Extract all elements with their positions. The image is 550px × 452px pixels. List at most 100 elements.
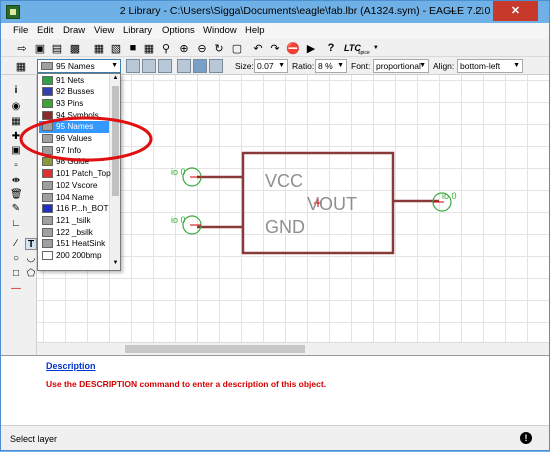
- scroll-down-icon[interactable]: ▼: [111, 260, 120, 266]
- table-icon[interactable]: ▦: [141, 40, 157, 56]
- wire-tool-icon[interactable]: ∕: [10, 238, 22, 250]
- text-style-icon[interactable]: [158, 59, 172, 73]
- cam-icon[interactable]: ▩: [67, 40, 83, 56]
- rect-tool-icon[interactable]: □: [10, 268, 22, 280]
- menu-options[interactable]: Options: [162, 25, 195, 36]
- layer-option[interactable]: 122 _bsilk: [39, 227, 109, 239]
- description-text: Use the DESCRIPTION command to enter a d…: [46, 379, 327, 389]
- text-style-icon[interactable]: [193, 59, 207, 73]
- scrollbar-thumb[interactable]: [125, 345, 305, 353]
- ltc-spice-button[interactable]: LTC spice ▼: [344, 40, 384, 56]
- go-icon[interactable]: ▶: [303, 40, 319, 56]
- menu-edit[interactable]: Edit: [37, 25, 53, 36]
- horizontal-scrollbar[interactable]: [37, 342, 549, 355]
- layer-option-label: 91 Nets: [56, 75, 85, 85]
- zoom-out-icon[interactable]: ⊖: [194, 40, 210, 56]
- size-field[interactable]: 0.07 ▼: [254, 59, 288, 73]
- ulp-icon[interactable]: ▧: [108, 40, 124, 56]
- help-icon[interactable]: ?: [323, 40, 339, 56]
- font-select[interactable]: proportional ▼: [373, 59, 429, 73]
- layer-option[interactable]: 102 Vscore: [39, 180, 109, 192]
- ratio-field[interactable]: 8 % ▼: [315, 59, 347, 73]
- layer-option[interactable]: 200 200bmp: [39, 250, 109, 262]
- stop-status-icon[interactable]: !: [520, 432, 532, 444]
- mirror-tool-icon[interactable]: ⇼: [10, 175, 22, 187]
- main-toolbar: ⇨ ▣ ▤ ▩ ▦ ▧ ■ ▦ ⚲ ⊕ ⊖ ↻ ▢ ↶ ↷ ⛔ ▶ ? LTC …: [1, 39, 549, 57]
- layer-option[interactable]: 96 Values: [39, 133, 109, 145]
- menu-library[interactable]: Library: [123, 25, 152, 36]
- layer-option[interactable]: 101 Patch_Top: [39, 168, 111, 180]
- polygon-tool-icon[interactable]: ⬠: [25, 268, 37, 280]
- change-tool-icon[interactable]: ✎: [10, 203, 22, 215]
- layer-option[interactable]: 104 Name: [39, 192, 109, 204]
- script-icon[interactable]: ▦: [91, 40, 107, 56]
- menu-file[interactable]: File: [13, 25, 28, 36]
- info-tool-icon[interactable]: i: [10, 85, 22, 97]
- pin-name-vout[interactable]: VOUT: [307, 194, 357, 214]
- maximize-button[interactable]: □: [466, 1, 493, 21]
- pin-name-gnd[interactable]: GND: [265, 217, 305, 237]
- info-icon[interactable]: ■: [125, 40, 141, 56]
- layer-option[interactable]: 151 HeatSink: [39, 238, 109, 250]
- align-label: Align:: [433, 61, 455, 71]
- zoom-in-icon[interactable]: ⊕: [176, 40, 192, 56]
- delete-tool-icon[interactable]: 🗑: [10, 189, 23, 201]
- chevron-down-icon: ▼: [111, 62, 118, 69]
- layer-option[interactable]: 98 Guide: [39, 156, 109, 168]
- miter-tool-icon[interactable]: ∟: [10, 218, 22, 230]
- layer-option[interactable]: 93 Pins: [39, 98, 109, 110]
- layer-select[interactable]: 95 Names ▼: [37, 59, 121, 73]
- pin-name-vcc[interactable]: VCC: [265, 171, 303, 191]
- zoom-redraw-icon[interactable]: ↻: [211, 40, 227, 56]
- stop-icon[interactable]: ⛔: [285, 40, 301, 56]
- description-link[interactable]: Description: [46, 361, 96, 371]
- layer-option[interactable]: 94 Symbols: [39, 110, 109, 122]
- dropdown-scroll-thumb[interactable]: [112, 86, 119, 196]
- display-tool-icon[interactable]: ▦: [10, 116, 22, 128]
- text-style-icon[interactable]: [126, 59, 140, 73]
- minimize-button[interactable]: –: [439, 1, 466, 21]
- layer-option[interactable]: 121 _tsilk: [39, 215, 109, 227]
- grid-icon[interactable]: ▦: [13, 58, 29, 74]
- text-tool-icon[interactable]: T: [25, 238, 37, 250]
- zoom-fit-icon[interactable]: ⚲: [158, 40, 174, 56]
- save-icon[interactable]: ▣: [32, 40, 48, 56]
- text-style-icon[interactable]: [209, 59, 223, 73]
- align-select[interactable]: bottom-left ▼: [457, 59, 523, 73]
- arc-tool-icon[interactable]: ◡: [25, 253, 37, 265]
- layer-color-swatch: [42, 87, 53, 97]
- layer-option[interactable]: 97 Info: [39, 145, 109, 157]
- mark-tool-icon[interactable]: ✚: [10, 131, 22, 143]
- layer-color-swatch: [42, 204, 53, 214]
- circle-tool-icon[interactable]: ○: [10, 253, 22, 265]
- layer-option[interactable]: 91 Nets: [39, 75, 109, 87]
- menu-help[interactable]: Help: [245, 25, 265, 36]
- layer-color-swatch: [42, 215, 53, 225]
- menu-window[interactable]: Window: [203, 25, 237, 36]
- show-tool-icon[interactable]: ◉: [10, 101, 22, 113]
- copy-tool-icon[interactable]: ▫: [10, 160, 22, 172]
- layer-color-swatch: [42, 98, 53, 108]
- layer-option[interactable]: 116 P...h_BOT: [39, 203, 109, 215]
- pin-label-vout: io 0: [442, 191, 457, 201]
- menu-bar: File Edit Draw View Library Options Wind…: [1, 23, 549, 39]
- scroll-up-icon[interactable]: ▲: [111, 75, 120, 81]
- undo-icon[interactable]: ↶: [250, 40, 266, 56]
- layer-option-label: 104 Name: [56, 192, 94, 202]
- lock-tool-icon[interactable]: ▣: [10, 145, 22, 157]
- zoom-select-icon[interactable]: ▢: [229, 40, 245, 56]
- print-icon[interactable]: ▤: [49, 40, 65, 56]
- open-icon[interactable]: ⇨: [14, 40, 30, 56]
- close-button[interactable]: ✕: [493, 1, 538, 21]
- menu-view[interactable]: View: [94, 25, 114, 36]
- redo-icon[interactable]: ↷: [267, 40, 283, 56]
- layer-color-swatch: [42, 251, 53, 260]
- layer-option[interactable]: 92 Busses: [39, 86, 109, 98]
- pin-tool-icon[interactable]: —: [10, 283, 22, 295]
- description-panel: Description Use the DESCRIPTION command …: [1, 355, 549, 425]
- layer-dropdown-list[interactable]: ▲ ▼ 91 Nets 92 Busses 93 Pins 94 Symbols 95 …: [37, 73, 121, 271]
- text-style-icon[interactable]: [177, 59, 191, 73]
- menu-draw[interactable]: Draw: [63, 25, 85, 36]
- text-style-icon[interactable]: [142, 59, 156, 73]
- layer-option[interactable]: 95 Names: [39, 121, 109, 133]
